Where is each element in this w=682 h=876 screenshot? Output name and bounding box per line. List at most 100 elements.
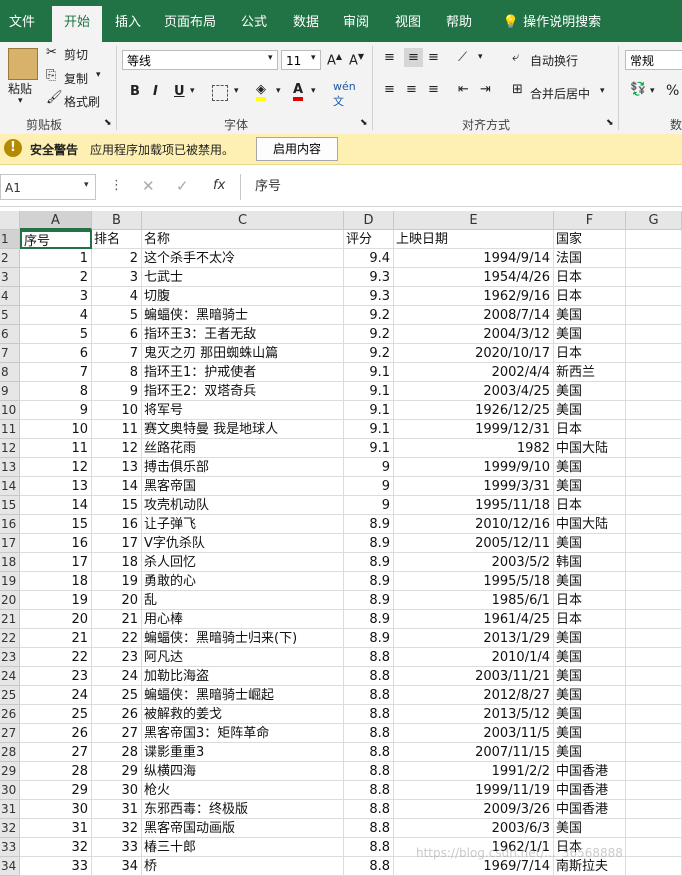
table-cell[interactable]: 9.2: [344, 306, 394, 325]
table-cell[interactable]: 1: [20, 249, 92, 268]
table-cell[interactable]: 8.8: [344, 743, 394, 762]
cancel-icon[interactable]: ✕: [142, 177, 155, 195]
table-cell[interactable]: 2020/10/17: [394, 344, 554, 363]
row-header[interactable]: 16: [0, 515, 20, 534]
table-cell[interactable]: 27: [92, 724, 142, 743]
table-cell[interactable]: [626, 629, 682, 648]
table-cell[interactable]: 26: [20, 724, 92, 743]
table-cell[interactable]: 8.9: [344, 572, 394, 591]
table-cell[interactable]: 28: [20, 762, 92, 781]
table-cell[interactable]: 24: [20, 686, 92, 705]
font-color-icon[interactable]: A: [293, 82, 304, 101]
table-cell[interactable]: 8.8: [344, 838, 394, 857]
table-cell[interactable]: [626, 705, 682, 724]
phonetic-icon[interactable]: wén 文: [333, 80, 356, 109]
row-header[interactable]: 27: [0, 724, 20, 743]
table-cell[interactable]: 6: [20, 344, 92, 363]
column-header[interactable]: G: [626, 211, 682, 230]
table-cell[interactable]: 这个杀手不太冷: [142, 249, 344, 268]
table-cell[interactable]: 2010/1/4: [394, 648, 554, 667]
table-cell[interactable]: 蝙蝠侠：黑暗骑士归来(下): [142, 629, 344, 648]
table-cell[interactable]: 东邪西毒：终极版: [142, 800, 344, 819]
insert-function-icon[interactable]: fx: [213, 178, 225, 193]
table-cell[interactable]: 2005/12/11: [394, 534, 554, 553]
row-header[interactable]: 18: [0, 553, 20, 572]
table-cell[interactable]: 9.1: [344, 420, 394, 439]
formula-input[interactable]: 序号: [240, 174, 682, 200]
table-cell[interactable]: 七武士: [142, 268, 344, 287]
table-cell[interactable]: 日本: [554, 268, 626, 287]
row-header[interactable]: 14: [0, 477, 20, 496]
menu-tab[interactable]: 页面布局: [158, 8, 222, 42]
table-cell[interactable]: [626, 268, 682, 287]
table-cell[interactable]: 黑客帝国3：矩阵革命: [142, 724, 344, 743]
table-cell[interactable]: 8: [20, 382, 92, 401]
row-header[interactable]: 15: [0, 496, 20, 515]
table-cell[interactable]: 2002/4/4: [394, 363, 554, 382]
header-cell[interactable]: 排名: [92, 230, 142, 249]
table-cell[interactable]: 2013/1/29: [394, 629, 554, 648]
column-header[interactable]: B: [92, 211, 142, 230]
border-icon[interactable]: [212, 85, 228, 101]
table-cell[interactable]: 日本: [554, 591, 626, 610]
dialog-launcher-icon[interactable]: ⬊: [360, 118, 368, 128]
table-cell[interactable]: 8.8: [344, 800, 394, 819]
table-cell[interactable]: 2003/5/2: [394, 553, 554, 572]
menu-tab[interactable]: 数据: [284, 8, 328, 42]
table-cell[interactable]: 8: [92, 363, 142, 382]
table-cell[interactable]: 18: [20, 572, 92, 591]
table-cell[interactable]: 8.8: [344, 724, 394, 743]
table-cell[interactable]: 日本: [554, 610, 626, 629]
table-cell[interactable]: [626, 477, 682, 496]
table-cell[interactable]: [626, 458, 682, 477]
table-cell[interactable]: 美国: [554, 458, 626, 477]
table-cell[interactable]: [626, 439, 682, 458]
table-cell[interactable]: 1994/9/14: [394, 249, 554, 268]
table-cell[interactable]: 美国: [554, 306, 626, 325]
table-cell[interactable]: 8.8: [344, 762, 394, 781]
table-cell[interactable]: 9.1: [344, 401, 394, 420]
table-cell[interactable]: 1991/2/2: [394, 762, 554, 781]
row-header[interactable]: 19: [0, 572, 20, 591]
table-cell[interactable]: 18: [92, 553, 142, 572]
align-bottom-icon[interactable]: ≡: [428, 50, 439, 65]
table-cell[interactable]: 美国: [554, 667, 626, 686]
table-cell[interactable]: [626, 648, 682, 667]
table-cell[interactable]: 11: [20, 439, 92, 458]
copy-button[interactable]: 复制: [64, 70, 88, 87]
table-cell[interactable]: 1926/12/25: [394, 401, 554, 420]
table-cell[interactable]: 谍影重重3: [142, 743, 344, 762]
table-cell[interactable]: 8.8: [344, 705, 394, 724]
table-cell[interactable]: [626, 515, 682, 534]
row-header[interactable]: 22: [0, 629, 20, 648]
chevron-down-icon[interactable]: ▾: [478, 52, 483, 62]
increase-font-icon[interactable]: A▲: [327, 52, 342, 68]
table-cell[interactable]: 2003/6/3: [394, 819, 554, 838]
table-cell[interactable]: 1962/9/16: [394, 287, 554, 306]
table-cell[interactable]: 9.3: [344, 287, 394, 306]
table-cell[interactable]: 16: [20, 534, 92, 553]
table-cell[interactable]: 3: [92, 268, 142, 287]
chevron-down-icon[interactable]: ▾: [311, 53, 316, 63]
table-cell[interactable]: 1982: [394, 439, 554, 458]
table-cell[interactable]: 8.8: [344, 781, 394, 800]
table-cell[interactable]: 日本: [554, 496, 626, 515]
table-cell[interactable]: 椿三十郎: [142, 838, 344, 857]
table-cell[interactable]: 13: [20, 477, 92, 496]
table-cell[interactable]: 32: [20, 838, 92, 857]
table-cell[interactable]: 勇敢的心: [142, 572, 344, 591]
align-top-icon[interactable]: ≡: [384, 50, 395, 65]
table-cell[interactable]: 16: [92, 515, 142, 534]
table-cell[interactable]: 美国: [554, 382, 626, 401]
table-cell[interactable]: 1995/5/18: [394, 572, 554, 591]
table-cell[interactable]: 29: [20, 781, 92, 800]
row-header[interactable]: 32: [0, 819, 20, 838]
table-cell[interactable]: 美国: [554, 629, 626, 648]
table-cell[interactable]: 1999/3/31: [394, 477, 554, 496]
table-cell[interactable]: 20: [92, 591, 142, 610]
table-cell[interactable]: 9.1: [344, 439, 394, 458]
table-cell[interactable]: 4: [92, 287, 142, 306]
table-cell[interactable]: [626, 819, 682, 838]
menu-tab[interactable]: 插入: [104, 8, 152, 42]
row-header[interactable]: 6: [0, 325, 20, 344]
